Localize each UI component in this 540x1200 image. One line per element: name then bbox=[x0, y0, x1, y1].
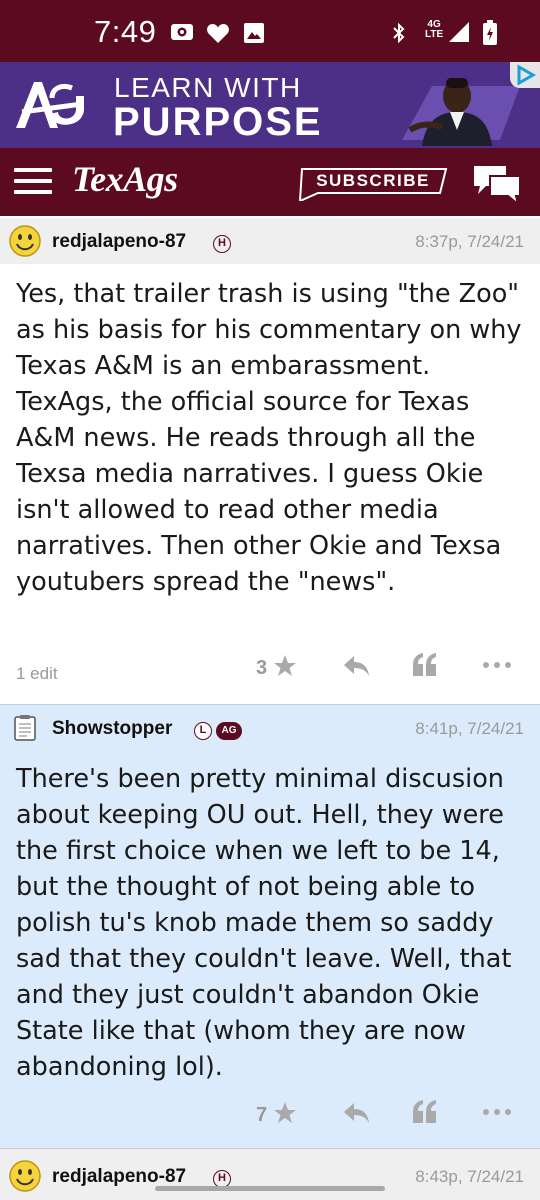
top-navbar: TexAgs SUBSCRIBE bbox=[0, 148, 540, 216]
hamburger-menu-icon[interactable] bbox=[14, 166, 54, 196]
adchoices-button[interactable] bbox=[510, 62, 540, 88]
post-timestamp: 8:43p, 7/24/21 bbox=[415, 1167, 524, 1186]
post-username[interactable]: Showstopper bbox=[52, 718, 172, 740]
member-badge-l: L bbox=[194, 722, 212, 740]
adchoices-icon bbox=[517, 64, 537, 86]
chat-bubbles-icon[interactable] bbox=[472, 162, 524, 204]
post-timestamp: 8:41p, 7/24/21 bbox=[415, 719, 524, 738]
notepad-avatar-icon[interactable] bbox=[14, 715, 36, 741]
ad-speaker-image bbox=[402, 78, 520, 146]
post-username[interactable]: redjalapeno-87 bbox=[52, 1166, 186, 1188]
subscribe-label: SUBSCRIBE bbox=[316, 171, 430, 190]
member-badge-h: H bbox=[213, 235, 231, 253]
network-sub-label: LTE bbox=[425, 29, 444, 40]
network-indicator: 4G LTE bbox=[425, 20, 443, 40]
star-icon bbox=[273, 1102, 296, 1123]
member-badge-ag: AG bbox=[216, 722, 242, 740]
star-rating-button[interactable]: 3 bbox=[256, 654, 297, 680]
ad-banner[interactable]: LEARN WITH PURPOSE bbox=[0, 62, 540, 148]
post-header: redjalapeno-87 H 8:43p, 7/24/21 bbox=[0, 1153, 540, 1199]
status-bar: 7:49 4G LTE bbox=[0, 0, 540, 62]
image-icon bbox=[244, 23, 264, 43]
post-timestamp: 8:37p, 7/24/21 bbox=[415, 232, 524, 251]
smiley-avatar-icon[interactable] bbox=[8, 1159, 42, 1193]
star-count: 3 bbox=[256, 657, 268, 679]
star-rating-button[interactable]: 7 bbox=[256, 1101, 297, 1127]
radio-icon bbox=[171, 24, 193, 40]
more-options-icon[interactable] bbox=[482, 1107, 512, 1117]
forum-post: Showstopper L AG 8:41p, 7/24/21 There's … bbox=[0, 704, 540, 1148]
heart-icon bbox=[207, 24, 229, 43]
ad-line2: PURPOSE bbox=[113, 100, 323, 144]
post-header: Showstopper L AG 8:41p, 7/24/21 bbox=[0, 705, 540, 751]
post-username[interactable]: redjalapeno-87 bbox=[52, 231, 186, 253]
star-icon bbox=[273, 655, 296, 676]
forum-post: redjalapeno-87 H 8:37p, 7/24/21 Yes, tha… bbox=[0, 218, 540, 704]
post-header: redjalapeno-87 H 8:37p, 7/24/21 bbox=[0, 218, 540, 264]
smiley-avatar-icon[interactable] bbox=[8, 224, 42, 258]
subscribe-button[interactable]: SUBSCRIBE bbox=[298, 165, 448, 201]
edit-note[interactable]: 1 edit bbox=[16, 664, 58, 684]
signal-icon bbox=[449, 22, 469, 42]
battery-icon bbox=[483, 20, 497, 45]
status-time: 7:49 bbox=[94, 14, 157, 49]
reply-icon[interactable] bbox=[342, 654, 370, 678]
quote-icon[interactable] bbox=[411, 652, 439, 678]
texags-logo[interactable]: TexAgs bbox=[72, 158, 178, 200]
quote-icon[interactable] bbox=[411, 1099, 439, 1125]
more-options-icon[interactable] bbox=[482, 660, 512, 670]
acu-logo-icon bbox=[16, 82, 84, 128]
gesture-home-bar[interactable] bbox=[155, 1186, 385, 1191]
reply-icon[interactable] bbox=[342, 1101, 370, 1125]
bluetooth-icon bbox=[393, 22, 405, 44]
star-count: 7 bbox=[256, 1104, 268, 1126]
post-body: There's been pretty minimal discusion ab… bbox=[16, 764, 512, 1082]
forum-post: redjalapeno-87 H 8:43p, 7/24/21 bbox=[0, 1148, 540, 1200]
post-body: Yes, that trailer trash is using "the Zo… bbox=[16, 279, 522, 597]
